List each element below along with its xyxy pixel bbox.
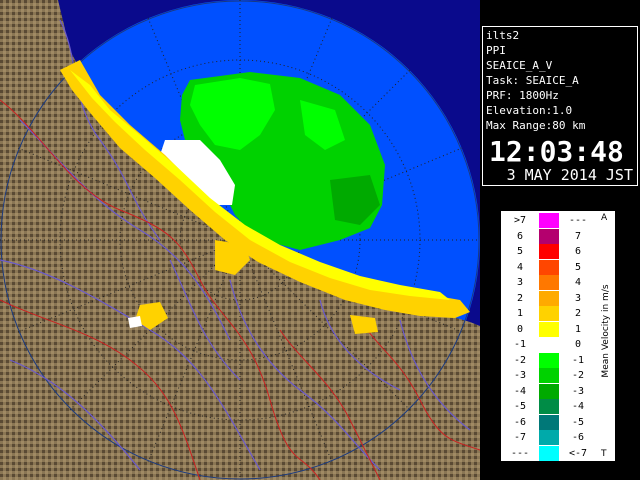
max-range-value: Max Range:80 km — [486, 119, 586, 132]
legend-low-label: --- — [510, 447, 530, 459]
legend-row: 45 — [501, 259, 597, 276]
legend-row: -1 0 — [501, 337, 597, 353]
info-panel: ilts2 PPI SEAICE_A_V Task: SEAICE_A PRF:… — [482, 26, 638, 186]
legend-low-label: 2 — [516, 292, 524, 304]
legend-swatch — [539, 306, 559, 321]
legend-row: 12 — [501, 306, 597, 322]
legend-swatch — [539, 352, 559, 368]
legend-high-label: -4 — [571, 401, 585, 412]
legend-row: -2 -1 — [501, 352, 597, 369]
legend-row: -4 -3 — [501, 383, 597, 400]
velocity-legend: >7 --- 6 7 5 6 4 5 3 4 2 3 1 2 0 1 -1 0 -2 -1 -3 -2 -4 -3 -5 -4 -6… — [500, 210, 616, 462]
legend-low-label: -1 — [513, 339, 527, 350]
task-name: Task: SEAICE_A — [486, 74, 579, 87]
legend-row: --- <-7 — [501, 445, 597, 462]
legend-row: -7 -6 — [501, 430, 597, 446]
legend-swatch — [539, 414, 559, 430]
legend-top-marker: A — [601, 213, 608, 223]
legend-high-label: 4 — [574, 277, 582, 288]
legend-row: 01 — [501, 321, 597, 338]
legend-high-label: -2 — [571, 370, 585, 381]
legend-title: Mean Velocity in m/s — [601, 284, 611, 378]
scan-date: 3 MAY 2014 JST — [506, 166, 633, 184]
legend-low-label: 1 — [516, 308, 524, 319]
legend-swatch — [539, 290, 559, 306]
legend-low-label: >7 — [513, 215, 527, 226]
radar-map — [0, 0, 480, 480]
legend-row: -5 -4 — [501, 399, 597, 415]
legend-row: 34 — [501, 275, 597, 291]
legend-high-label: 3 — [574, 292, 582, 304]
legend-swatch — [539, 445, 559, 461]
legend-high-label: -5 — [571, 416, 585, 428]
legend-swatch — [539, 383, 559, 399]
legend-high-label: 7 — [574, 230, 582, 242]
legend-row: >7 --- — [501, 213, 597, 229]
legend-row: -6 -5 — [501, 414, 597, 431]
scan-time: 12:03:48 — [489, 135, 624, 168]
legend-swatch — [539, 244, 559, 259]
legend-swatch — [539, 337, 559, 352]
legend-high-label: -3 — [571, 385, 585, 397]
legend-high-label: 1 — [574, 323, 582, 335]
legend-title-area: Mean Velocity in m/s — [599, 211, 613, 461]
legend-row: 23 — [501, 290, 597, 307]
legend-low-label: 4 — [516, 261, 524, 273]
legend-high-label: 2 — [574, 308, 582, 319]
legend-swatch — [539, 259, 559, 275]
legend-low-label: 0 — [516, 323, 524, 335]
legend-swatch — [539, 368, 559, 383]
radar-name: ilts2 — [486, 29, 520, 42]
legend-high-label: 5 — [574, 261, 582, 273]
legend-low-label: -4 — [513, 385, 527, 397]
legend-swatch — [539, 321, 559, 337]
legend-swatch — [539, 399, 559, 414]
legend-high-label: --- — [568, 215, 588, 226]
legend-bottom-marker: T — [601, 449, 607, 459]
product-name: SEAICE_A_V — [486, 59, 553, 72]
legend-high-label: -6 — [571, 432, 585, 443]
legend-low-label: 6 — [516, 230, 524, 242]
legend-high-label: 6 — [574, 246, 582, 257]
legend-high-label: 0 — [574, 339, 582, 350]
legend-swatch — [539, 430, 559, 445]
legend-high-label: <-7 — [568, 447, 588, 459]
legend-low-label: -7 — [513, 432, 527, 443]
legend-swatch — [539, 228, 559, 244]
legend-low-label: 5 — [516, 246, 524, 257]
legend-low-label: 3 — [516, 277, 524, 288]
legend-row: -3 -2 — [501, 368, 597, 384]
legend-low-label: -6 — [513, 416, 527, 428]
legend-high-label: -1 — [571, 354, 585, 366]
legend-low-label: -3 — [513, 370, 527, 381]
legend-row: 56 — [501, 244, 597, 260]
legend-swatch — [539, 275, 559, 290]
legend-low-label: -5 — [513, 401, 527, 412]
legend-row: 67 — [501, 228, 597, 245]
elevation-value: Elevation:1.0 — [486, 104, 573, 117]
legend-low-label: -2 — [513, 354, 527, 366]
scan-mode: PPI — [486, 44, 506, 57]
legend-swatch — [539, 213, 559, 228]
prf-value: PRF: 1800Hz — [486, 89, 559, 102]
